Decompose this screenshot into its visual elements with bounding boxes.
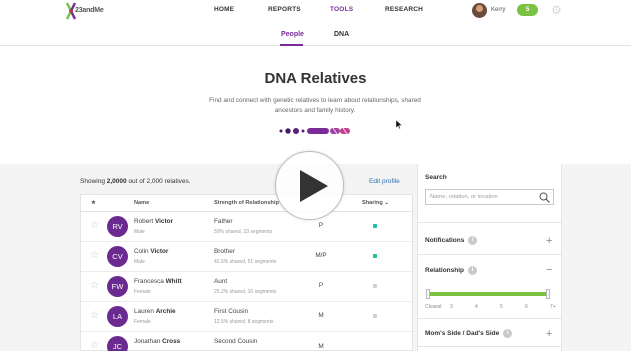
family-side: M xyxy=(318,343,324,350)
shared-dna: 42.6% shared, 51 segments xyxy=(214,259,277,265)
search-title: Search xyxy=(425,174,447,181)
shared-dna: 12.5% shared, 8 segments xyxy=(214,319,274,325)
tab-dna[interactable]: DNA xyxy=(334,31,349,38)
relationship-label: Father xyxy=(214,218,233,225)
sharing-status-icon xyxy=(373,224,377,228)
star-icon[interactable]: ☆ xyxy=(90,280,99,292)
mouse-cursor-icon xyxy=(396,120,402,129)
shared-dna: 50% shared, 23 segments xyxy=(214,229,273,235)
sharing-status-icon xyxy=(373,254,377,258)
header-favorite[interactable]: ★ xyxy=(91,200,96,206)
user-name[interactable]: Kerry xyxy=(491,7,505,13)
header-strength[interactable]: Strength of Relationship xyxy=(214,200,279,206)
sidebar-divider xyxy=(418,222,561,223)
video-play-button[interactable] xyxy=(275,151,344,220)
relationship-label: Aunt xyxy=(214,278,228,285)
logo-text: 23andMe xyxy=(75,7,104,14)
family-side: M/P xyxy=(315,252,327,259)
sharing-status-icon xyxy=(373,284,377,288)
parent-side-section[interactable]: Mom's Side / Dad's Side i xyxy=(425,329,513,338)
star-icon[interactable]: ☆ xyxy=(90,310,99,322)
avatar[interactable]: LA xyxy=(107,306,128,327)
nav-home[interactable]: HOME xyxy=(214,6,234,13)
info-icon[interactable]: i xyxy=(468,236,478,245)
sidebar-divider xyxy=(418,346,561,347)
info-icon[interactable]: i xyxy=(468,266,478,275)
relative-name[interactable]: Jonathan Cross xyxy=(134,338,180,345)
shared-dna: 25.2% shared, 10 segments xyxy=(214,289,277,295)
chevron-down-icon: ⌄ xyxy=(384,200,390,206)
relative-sex: Female xyxy=(134,289,151,295)
slider-label: 4 xyxy=(475,304,478,310)
slider-label: 5 xyxy=(500,304,503,310)
relationship-label: First Cousin xyxy=(214,308,249,315)
header-sharing[interactable]: Sharing ⌄ xyxy=(362,200,389,206)
relationship-label: Brother xyxy=(214,248,235,255)
avatar[interactable]: CV xyxy=(107,246,128,267)
top-nav: 23andMe HOME REPORTS TOOLS RESEARCH Kerr… xyxy=(0,0,631,24)
expand-plus-icon[interactable]: + xyxy=(546,236,552,247)
star-icon[interactable]: ☆ xyxy=(90,340,99,351)
avatar[interactable]: FW xyxy=(107,276,128,297)
notification-badge[interactable]: 5 xyxy=(517,4,538,16)
relative-name[interactable]: Lauren Archie xyxy=(134,308,176,315)
relative-name[interactable]: Robert Victor xyxy=(134,218,173,225)
results-count: Showing 2,0000 out of 2,000 relatives. xyxy=(80,178,191,185)
slider-label: 6 xyxy=(525,304,528,310)
nav-reports[interactable]: REPORTS xyxy=(268,6,301,13)
slider-label: 3 xyxy=(450,304,453,310)
relationship-label: Second Cousin xyxy=(214,338,258,345)
family-side: P xyxy=(318,282,324,289)
header-name[interactable]: Name xyxy=(134,200,149,206)
slider-label: Closest xyxy=(425,304,442,310)
page-title: DNA Relatives xyxy=(264,70,367,87)
page-description: Find and connect with genetic relatives … xyxy=(209,97,421,114)
dna-dots-graphic xyxy=(279,127,350,135)
table-row[interactable]: ☆ CV Colin Victor Male Brother 42.6% sha… xyxy=(81,242,412,272)
family-side: M xyxy=(318,312,324,319)
search-input[interactable]: Name, relation, or location xyxy=(425,189,554,205)
slider-handle-max[interactable] xyxy=(546,289,550,299)
star-icon[interactable]: ☆ xyxy=(90,220,99,232)
relationship-section[interactable]: Relationship i xyxy=(425,266,478,275)
table-row[interactable]: ☆ LA Lauren Archie Female First Cousin 1… xyxy=(81,302,412,332)
relative-sex: Male xyxy=(134,259,145,265)
family-side: P xyxy=(318,222,324,229)
relationship-slider[interactable] xyxy=(428,292,550,296)
active-tab-indicator xyxy=(280,44,303,46)
sub-nav: People DNA xyxy=(0,24,631,46)
star-icon[interactable]: ☆ xyxy=(90,250,99,262)
avatar[interactable]: RV xyxy=(107,216,128,237)
edit-profile-link[interactable]: Edit profile xyxy=(369,178,400,185)
sharing-status-icon xyxy=(373,314,377,318)
gear-icon[interactable]: ⚙ xyxy=(551,4,563,16)
sidebar-divider xyxy=(418,318,561,319)
avatar[interactable]: JC xyxy=(107,336,128,351)
relative-name[interactable]: Francesca Whitt xyxy=(134,278,182,285)
sidebar-divider xyxy=(418,254,561,255)
search-placeholder: Name, relation, or location xyxy=(430,194,498,200)
relative-sex: Female xyxy=(134,319,151,325)
search-icon[interactable] xyxy=(539,192,550,203)
info-icon[interactable]: i xyxy=(503,329,513,338)
table-row[interactable]: ☆ JC Jonathan Cross Second Cousin M xyxy=(81,332,412,351)
slider-handle-min[interactable] xyxy=(426,289,430,299)
collapse-minus-icon[interactable]: − xyxy=(546,265,552,276)
table-row[interactable]: ☆ FW Francesca Whitt Female Aunt 25.2% s… xyxy=(81,272,412,302)
user-avatar[interactable] xyxy=(472,3,487,18)
relative-sex: Male xyxy=(134,229,145,235)
slider-label: 7+ xyxy=(550,304,556,310)
tab-people[interactable]: People xyxy=(281,31,304,38)
logo[interactable]: 23andMe xyxy=(66,1,106,21)
expand-plus-icon[interactable]: + xyxy=(546,329,552,340)
nav-tools[interactable]: TOOLS xyxy=(330,6,353,13)
table-row[interactable]: ☆ RV Robert Victor Male Father 50% share… xyxy=(81,212,412,242)
notifications-section[interactable]: Notifications i xyxy=(425,236,478,245)
nav-research[interactable]: RESEARCH xyxy=(385,6,423,13)
play-icon xyxy=(300,170,328,202)
relative-name[interactable]: Colin Victor xyxy=(134,248,168,255)
